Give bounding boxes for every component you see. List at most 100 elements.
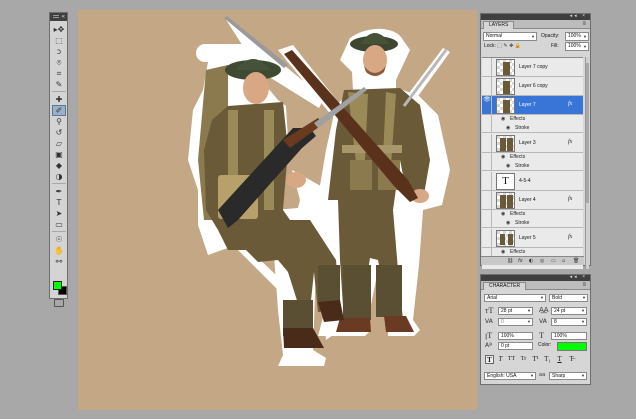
effect-stroke-row[interactable]: ◉ Stroke bbox=[482, 219, 583, 228]
layer-name[interactable]: Layer 5 bbox=[519, 235, 536, 242]
quick-mask-icon[interactable] bbox=[54, 299, 64, 307]
text-color-swatch[interactable] bbox=[557, 342, 587, 351]
eye-icon[interactable]: ◉ bbox=[501, 115, 505, 124]
eye-icon[interactable]: ◉ bbox=[501, 210, 505, 219]
zoom-tool-icon[interactable]: ⚯ bbox=[52, 256, 66, 267]
blend-mode-select[interactable]: Normal bbox=[483, 32, 537, 41]
layer-name[interactable]: Layer 7 bbox=[519, 102, 536, 109]
document-canvas[interactable] bbox=[78, 10, 477, 410]
tracking-input[interactable]: 8 bbox=[551, 318, 587, 326]
effect-stroke-row[interactable]: ◉ Stroke bbox=[482, 162, 583, 171]
lock-icons[interactable]: ⬚ ✎ ✥ 🔒 bbox=[497, 43, 521, 50]
clone-stamp-tool-icon[interactable]: ⚲ bbox=[52, 116, 66, 127]
eye-icon[interactable]: ◉ bbox=[501, 153, 505, 162]
pen-tool-icon[interactable]: ✒ bbox=[52, 186, 66, 197]
effects-row[interactable]: ◉ Effects bbox=[482, 153, 583, 162]
history-brush-tool-icon[interactable]: ↺ bbox=[52, 127, 66, 138]
layer-name[interactable]: 4-5-4 bbox=[519, 178, 531, 185]
superscript-button[interactable]: T¹ bbox=[531, 355, 540, 364]
layers-list[interactable]: Layer 7 copy Layer 6 copy 👁 Layer 7 fx ◉… bbox=[482, 57, 583, 269]
collapse-icon[interactable]: ◂◂ × bbox=[570, 274, 587, 281]
lasso-tool-icon[interactable]: ↄ bbox=[52, 46, 66, 57]
marquee-tool-icon[interactable]: ⬚ bbox=[52, 35, 66, 46]
visibility-toggle[interactable] bbox=[483, 134, 492, 152]
tab-layers[interactable]: LAYERS bbox=[483, 21, 515, 29]
vertical-scale-input[interactable]: 100% bbox=[498, 332, 533, 340]
effect-stroke-row[interactable]: ◉ Stroke bbox=[482, 124, 583, 133]
panel-menu-icon[interactable]: ≡ bbox=[582, 281, 586, 290]
eraser-tool-icon[interactable]: ▱ bbox=[52, 138, 66, 149]
language-select[interactable]: English: USA bbox=[484, 372, 536, 380]
fx-icon[interactable]: fx bbox=[568, 101, 572, 108]
underline-button[interactable]: T bbox=[555, 355, 564, 364]
layer-row[interactable]: Layer 4 fx bbox=[482, 191, 583, 210]
eye-icon[interactable]: ◉ bbox=[506, 219, 510, 228]
layers-scrollbar[interactable] bbox=[585, 57, 589, 269]
brush-tool-icon[interactable]: ✐ bbox=[52, 105, 66, 116]
faux-bold-button[interactable]: T bbox=[485, 355, 494, 364]
strikethrough-button[interactable]: T̶ bbox=[567, 355, 576, 364]
healing-brush-tool-icon[interactable]: ✚ bbox=[52, 94, 66, 105]
font-size-input[interactable]: 28 pt bbox=[498, 307, 533, 315]
font-family-select[interactable]: Arial bbox=[484, 294, 546, 302]
layer-row[interactable]: Layer 3 fx bbox=[482, 134, 583, 153]
move-tool-icon[interactable]: ▸✥ bbox=[52, 24, 66, 35]
layer-row[interactable]: Layer 5 fx bbox=[482, 229, 583, 248]
tab-character[interactable]: CHARACTER bbox=[483, 282, 527, 290]
visibility-toggle[interactable] bbox=[483, 191, 492, 209]
subscript-button[interactable]: T₁ bbox=[543, 355, 552, 364]
gradient-tool-icon[interactable]: ▣ bbox=[52, 149, 66, 160]
add-style-icon[interactable]: fx bbox=[518, 257, 523, 266]
layer-row[interactable]: T 4-5-4 bbox=[482, 172, 583, 191]
quick-selection-tool-icon[interactable]: ⌾ bbox=[52, 57, 66, 68]
layer-name[interactable]: Layer 7 copy bbox=[519, 64, 548, 71]
blur-tool-icon[interactable]: ◆ bbox=[52, 160, 66, 171]
layer-row[interactable]: Layer 6 copy bbox=[482, 77, 583, 96]
foreground-color-swatch[interactable] bbox=[53, 281, 62, 290]
font-style-select[interactable]: Bold bbox=[549, 294, 588, 302]
small-caps-button[interactable]: Tr bbox=[519, 355, 528, 364]
eye-icon[interactable]: ◉ bbox=[506, 162, 510, 171]
leading-input[interactable]: 24 pt bbox=[551, 307, 587, 315]
crop-tool-icon[interactable]: ⌗ bbox=[52, 68, 66, 79]
opacity-input[interactable]: 100% bbox=[565, 32, 589, 41]
hand-tool-icon[interactable]: ✋ bbox=[52, 245, 66, 256]
panel-menu-icon[interactable]: ≡ bbox=[582, 20, 586, 29]
delete-layer-icon[interactable]: 🗑 bbox=[573, 257, 579, 266]
adjustment-layer-icon[interactable]: ◎ bbox=[540, 257, 544, 266]
layer-name[interactable]: Layer 4 bbox=[519, 197, 536, 204]
visibility-toggle[interactable] bbox=[483, 172, 492, 190]
layer-row-selected[interactable]: 👁 Layer 7 fx bbox=[482, 96, 583, 115]
new-group-icon[interactable]: ▭ bbox=[551, 257, 556, 266]
kerning-input[interactable]: 0 bbox=[498, 318, 533, 326]
collapse-icon[interactable]: « bbox=[62, 13, 65, 21]
3d-rotate-tool-icon[interactable]: ☉ bbox=[52, 234, 66, 245]
collapse-icon[interactable]: ◂◂ × bbox=[570, 13, 587, 20]
eye-icon[interactable]: 👁 bbox=[483, 96, 492, 114]
layer-row[interactable]: Layer 7 copy bbox=[482, 58, 583, 77]
dodge-tool-icon[interactable]: ◑ bbox=[52, 171, 66, 182]
all-caps-button[interactable]: TT bbox=[507, 355, 516, 364]
new-layer-icon[interactable]: ▫ bbox=[562, 257, 565, 266]
fx-icon[interactable]: fx bbox=[568, 139, 572, 146]
link-layers-icon[interactable]: ⛓ bbox=[507, 257, 513, 266]
fx-icon[interactable]: fx bbox=[568, 196, 572, 203]
add-mask-icon[interactable]: ◐ bbox=[529, 257, 533, 266]
effects-row[interactable]: ◉ Effects bbox=[482, 115, 583, 124]
visibility-toggle[interactable] bbox=[483, 58, 492, 76]
horizontal-scale-input[interactable]: 100% bbox=[551, 332, 587, 340]
visibility-toggle[interactable] bbox=[483, 77, 492, 95]
path-selection-tool-icon[interactable]: ➤ bbox=[52, 208, 66, 219]
faux-italic-button[interactable]: T bbox=[496, 355, 505, 364]
fill-input[interactable]: 100% bbox=[565, 42, 589, 51]
shape-tool-icon[interactable]: ▭ bbox=[52, 219, 66, 230]
antialias-select[interactable]: Sharp bbox=[549, 372, 587, 380]
visibility-toggle[interactable] bbox=[483, 229, 492, 247]
baseline-shift-input[interactable]: 0 pt bbox=[498, 342, 533, 350]
layer-name[interactable]: Layer 6 copy bbox=[519, 83, 548, 90]
type-tool-icon[interactable]: T bbox=[52, 197, 66, 208]
layer-name[interactable]: Layer 3 bbox=[519, 140, 536, 147]
tools-panel-header[interactable]: « bbox=[50, 13, 67, 21]
effects-row[interactable]: ◉ Effects bbox=[482, 210, 583, 219]
eye-icon[interactable]: ◉ bbox=[506, 124, 510, 133]
